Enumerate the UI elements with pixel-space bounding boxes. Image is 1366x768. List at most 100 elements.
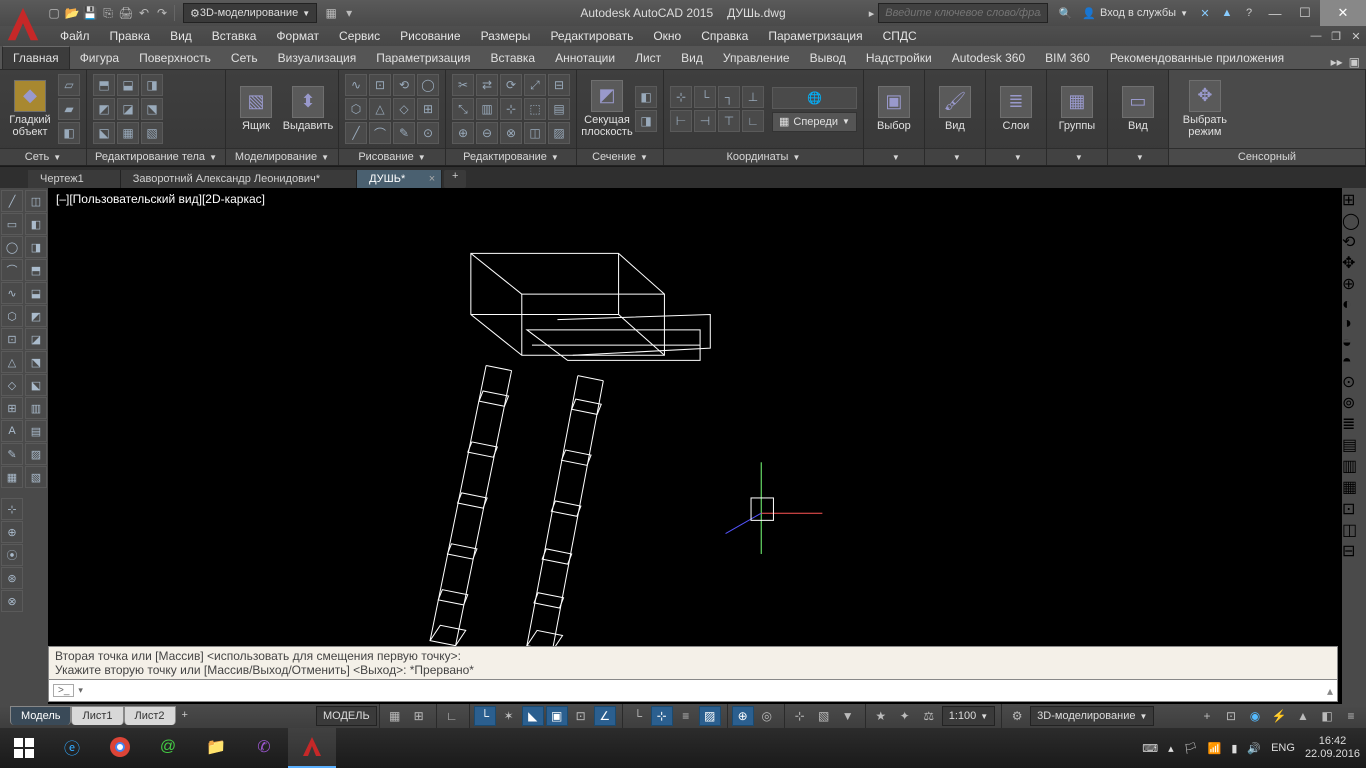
menu-parametric[interactable]: Параметризация	[758, 27, 872, 45]
workspace-selector[interactable]: ⚙ 3D-моделирование ▼	[183, 3, 317, 23]
se-3[interactable]: ◨	[141, 74, 163, 96]
command-expand-icon[interactable]: ▴	[1327, 684, 1333, 698]
co-7[interactable]: ⊤	[718, 110, 740, 132]
groups-button[interactable]: ▦Группы	[1053, 72, 1101, 146]
se-5[interactable]: ◪	[117, 98, 139, 120]
panel-title[interactable]: ▼	[1047, 148, 1107, 165]
menu-help[interactable]: Справка	[691, 27, 758, 45]
lt2-3[interactable]: ◨	[25, 236, 47, 258]
units-toggle[interactable]: ⊡	[1220, 706, 1242, 726]
annotation-scale[interactable]: 1:100 ▼	[942, 706, 995, 726]
workspace-status[interactable]: 3D-моделирование ▼	[1030, 706, 1154, 726]
lt2-6[interactable]: ◩	[25, 305, 47, 327]
anno-scale-toggle[interactable]: ⚖	[918, 706, 940, 726]
rt-18[interactable]: ⊟	[1342, 541, 1366, 561]
md-12[interactable]: ⊖	[476, 122, 498, 144]
lt1-14[interactable]: ⊹	[1, 498, 23, 520]
tpy-toggle[interactable]: ▨	[699, 706, 721, 726]
panel-title[interactable]: ▼	[864, 148, 924, 165]
qp-toggle[interactable]: ⊕	[732, 706, 754, 726]
co-8[interactable]: ∟	[742, 110, 764, 132]
panel-title[interactable]: Сеть▼	[0, 148, 86, 165]
ribbon-tab-view[interactable]: Вид	[671, 47, 713, 69]
osnap-toggle[interactable]: ▣	[546, 706, 568, 726]
view2-button[interactable]: ▭Вид	[1114, 72, 1162, 146]
se-6[interactable]: ⬔	[141, 98, 163, 120]
lt1-10[interactable]: ⊞	[1, 397, 23, 419]
panel-title[interactable]: Рисование▼	[339, 148, 445, 165]
lt2-10[interactable]: ▥	[25, 397, 47, 419]
keyboard-icon[interactable]: ⌨	[1142, 742, 1158, 755]
co-5[interactable]: ⊢	[670, 110, 692, 132]
layers-button[interactable]: ≣Слои	[992, 72, 1040, 146]
filter-toggle[interactable]: ▼	[837, 706, 859, 726]
rt-2[interactable]: ◯	[1342, 211, 1366, 231]
rt-12[interactable]: ≣	[1342, 414, 1366, 434]
model-space-button[interactable]: МОДЕЛЬ	[316, 706, 377, 726]
snap-toggle[interactable]: ⊞	[408, 706, 430, 726]
doc-tab-1[interactable]: Чертеж1	[28, 170, 121, 188]
box-button[interactable]: ▧Ящик	[232, 72, 280, 146]
ribbon-tab-surface[interactable]: Поверхность	[129, 47, 221, 69]
lt2-7[interactable]: ◪	[25, 328, 47, 350]
ribbon-tab-a360[interactable]: Autodesk 360	[942, 47, 1035, 69]
ribbon-tab-home[interactable]: Главная	[2, 46, 70, 69]
ribbon-tab-bim360[interactable]: BIM 360	[1035, 47, 1100, 69]
rt-17[interactable]: ◫	[1342, 520, 1366, 540]
anno-monitor-toggle[interactable]: +	[1196, 706, 1218, 726]
customize-toggle[interactable]: ≡	[1340, 706, 1362, 726]
menu-edit[interactable]: Правка	[100, 27, 161, 45]
ribbon-scroll-icon[interactable]: ▸▸	[1331, 55, 1343, 69]
window-minimize-button[interactable]: —	[1260, 0, 1290, 26]
command-input[interactable]	[87, 684, 1323, 698]
clean-toggle[interactable]: ◧	[1316, 706, 1338, 726]
section-plane-button[interactable]: ◩Секущая плоскость	[583, 72, 631, 146]
se-9[interactable]: ▧	[141, 122, 163, 144]
taskbar-chrome[interactable]	[96, 728, 144, 768]
search-arrow-icon[interactable]: ▸	[869, 7, 875, 20]
layout-tab-1[interactable]: Лист1	[71, 706, 123, 725]
saveas-icon[interactable]: ⎘	[100, 5, 116, 21]
start-button[interactable]	[0, 728, 48, 768]
lt2-11[interactable]: ▤	[25, 420, 47, 442]
ribbon-tab-manage[interactable]: Управление	[713, 47, 800, 69]
doc-tab-2[interactable]: Заворотний Александр Леонидович*	[121, 170, 357, 188]
rt-9[interactable]: ◓	[1342, 353, 1366, 371]
se-8[interactable]: ▦	[117, 122, 139, 144]
lt1-18[interactable]: ⊗	[1, 590, 23, 612]
lt1-13[interactable]: ▦	[1, 466, 23, 488]
panel-title[interactable]: ▼	[986, 148, 1046, 165]
lt1-3[interactable]: ◯	[1, 236, 23, 258]
taskbar-mail[interactable]: @	[144, 728, 192, 768]
ribbon-tab-visualize[interactable]: Визуализация	[268, 47, 367, 69]
panel-title[interactable]: Редактирование тела▼	[87, 148, 225, 165]
lt2-8[interactable]: ⬔	[25, 351, 47, 373]
close-tab-icon[interactable]: ×	[429, 173, 435, 185]
md-15[interactable]: ▨	[548, 122, 570, 144]
lt1-12[interactable]: ✎	[1, 443, 23, 465]
anno-vis-toggle[interactable]: ★	[870, 706, 892, 726]
menu-window[interactable]: Окно	[643, 27, 691, 45]
grid-toggle[interactable]: ▦	[384, 706, 406, 726]
md-5[interactable]: ⊟	[548, 74, 570, 96]
menu-tools[interactable]: Сервис	[329, 27, 390, 45]
lt2-13[interactable]: ▧	[25, 466, 47, 488]
dr-3[interactable]: ⟲	[393, 74, 415, 96]
menu-spds[interactable]: СПДС	[873, 27, 927, 45]
co-4[interactable]: ⊥	[742, 86, 764, 108]
polar-toggle[interactable]: ✶	[498, 706, 520, 726]
view-button[interactable]: 🖌Вид	[931, 72, 979, 146]
md-3[interactable]: ⟳	[500, 74, 522, 96]
menu-format[interactable]: Формат	[266, 27, 329, 45]
dr-11[interactable]: ✎	[393, 122, 415, 144]
menu-view[interactable]: Вид	[160, 27, 202, 45]
se-1[interactable]: ⬒	[93, 74, 115, 96]
infocenter-icon[interactable]: 🔍	[1054, 7, 1076, 20]
ortho-toggle[interactable]: └	[474, 706, 496, 726]
add-layout-button[interactable]: +	[176, 706, 194, 724]
panel-title[interactable]: Редактирование▼	[446, 148, 576, 165]
doc-restore-button[interactable]: ❐	[1326, 30, 1346, 43]
rt-15[interactable]: ▦	[1342, 477, 1366, 497]
selection-button[interactable]: ▣Выбор	[870, 72, 918, 146]
md-11[interactable]: ⊕	[452, 122, 474, 144]
